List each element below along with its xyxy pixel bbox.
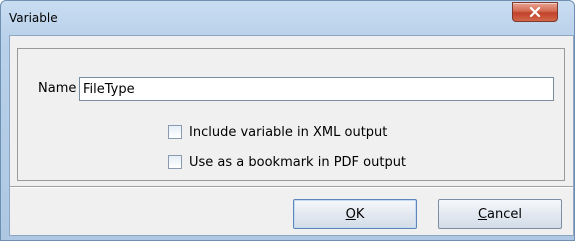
ok-label-rest: K	[355, 206, 365, 222]
cancel-label-rest: ancel	[487, 206, 523, 222]
name-field[interactable]	[79, 77, 554, 101]
dialog-body: Name Include variable in XML output Use …	[9, 35, 574, 236]
title-bar[interactable]: Variable	[1, 1, 574, 35]
pdf-bookmark-label[interactable]: Use as a bookmark in PDF output	[189, 155, 406, 170]
button-separator	[10, 186, 573, 188]
close-button[interactable]	[512, 2, 558, 22]
close-icon	[529, 7, 541, 17]
include-xml-option[interactable]: Include variable in XML output	[168, 123, 387, 141]
pdf-bookmark-checkbox[interactable]	[168, 155, 182, 169]
ok-button[interactable]: OK	[293, 199, 417, 229]
include-xml-checkbox[interactable]	[168, 125, 182, 139]
name-label: Name	[38, 81, 77, 96]
ok-mnemonic: O	[345, 206, 356, 222]
cancel-button[interactable]: Cancel	[438, 199, 562, 229]
pdf-bookmark-option[interactable]: Use as a bookmark in PDF output	[168, 153, 406, 171]
window-title: Variable	[9, 11, 58, 25]
variable-dialog: Variable Name Include variable in XML ou…	[0, 0, 575, 241]
include-xml-label[interactable]: Include variable in XML output	[189, 125, 387, 140]
variable-panel: Name Include variable in XML output Use …	[17, 48, 565, 181]
cancel-mnemonic: C	[477, 206, 488, 222]
